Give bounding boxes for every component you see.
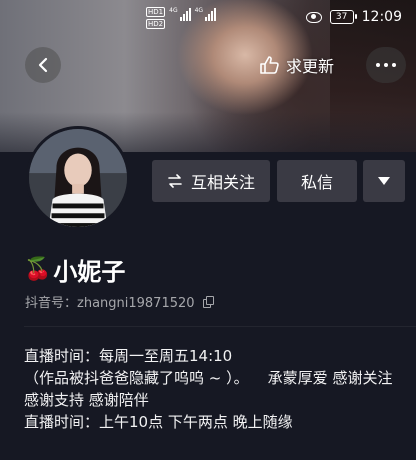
- dot-icon: [376, 63, 380, 67]
- chevron-left-icon: [38, 57, 48, 73]
- bio-line: 直播时间：每周一至周五14:10: [24, 347, 233, 365]
- back-button[interactable]: [25, 47, 61, 83]
- status-bar-signals: HD1 HD2 4G 4G: [146, 7, 217, 29]
- douyin-id-row: 抖音号：zhangni19871520: [25, 292, 214, 311]
- triangle-down-icon: [378, 177, 390, 185]
- cherry-icon: 🍒: [24, 257, 52, 282]
- profile-name-row: 🍒 小妮子: [24, 252, 125, 287]
- mutual-follow-button[interactable]: 互相关注: [152, 160, 270, 202]
- message-button[interactable]: 私信: [277, 160, 357, 202]
- douyin-id: 抖音号：zhangni19871520: [25, 296, 195, 311]
- avatar[interactable]: [26, 126, 130, 230]
- swap-arrows-icon: [168, 174, 182, 188]
- bio-line: 直播时间：上午10点 下午两点 晚上随缘: [24, 413, 293, 431]
- bio-line: 感谢支持 感谢陪伴: [24, 391, 149, 409]
- recommend-dropdown-button[interactable]: [363, 160, 405, 202]
- request-update-label: 求更新: [286, 57, 335, 76]
- signal-icon-2: 4G: [195, 7, 217, 21]
- dot-icon: [392, 63, 396, 67]
- status-bar-right: 37 12:09: [305, 9, 402, 25]
- bio-line: （作品被抖爸爸隐藏了呜呜 ~ ）。 承蒙厚爱 感谢关注: [24, 369, 393, 387]
- avatar-portrait-image: [29, 129, 127, 227]
- hd-badge-1: HD1: [146, 7, 166, 17]
- divider: [24, 326, 416, 327]
- dot-icon: [384, 63, 388, 67]
- signal-icon-1: 4G: [169, 7, 191, 21]
- copy-icon[interactable]: [202, 295, 214, 308]
- message-label: 私信: [300, 173, 333, 192]
- status-bar: HD1 HD2 4G 4G 37 12:09: [0, 0, 416, 34]
- hd-badge-2: HD2: [146, 19, 166, 29]
- more-options-button[interactable]: [366, 47, 406, 83]
- profile-bio: 直播时间：每周一至周五14:10 （作品被抖爸爸隐藏了呜呜 ~ ）。 承蒙厚爱 …: [24, 345, 414, 433]
- pointing-hand-icon: [260, 56, 279, 74]
- mutual-follow-label: 互相关注: [190, 173, 255, 192]
- hd-badges: HD1 HD2: [146, 7, 166, 29]
- battery-icon: 37: [329, 10, 357, 24]
- status-time: 12:09: [361, 9, 402, 25]
- eye-comfort-icon: [305, 11, 322, 23]
- request-update-button[interactable]: 求更新: [258, 50, 334, 80]
- profile-name: 小妮子: [53, 258, 126, 286]
